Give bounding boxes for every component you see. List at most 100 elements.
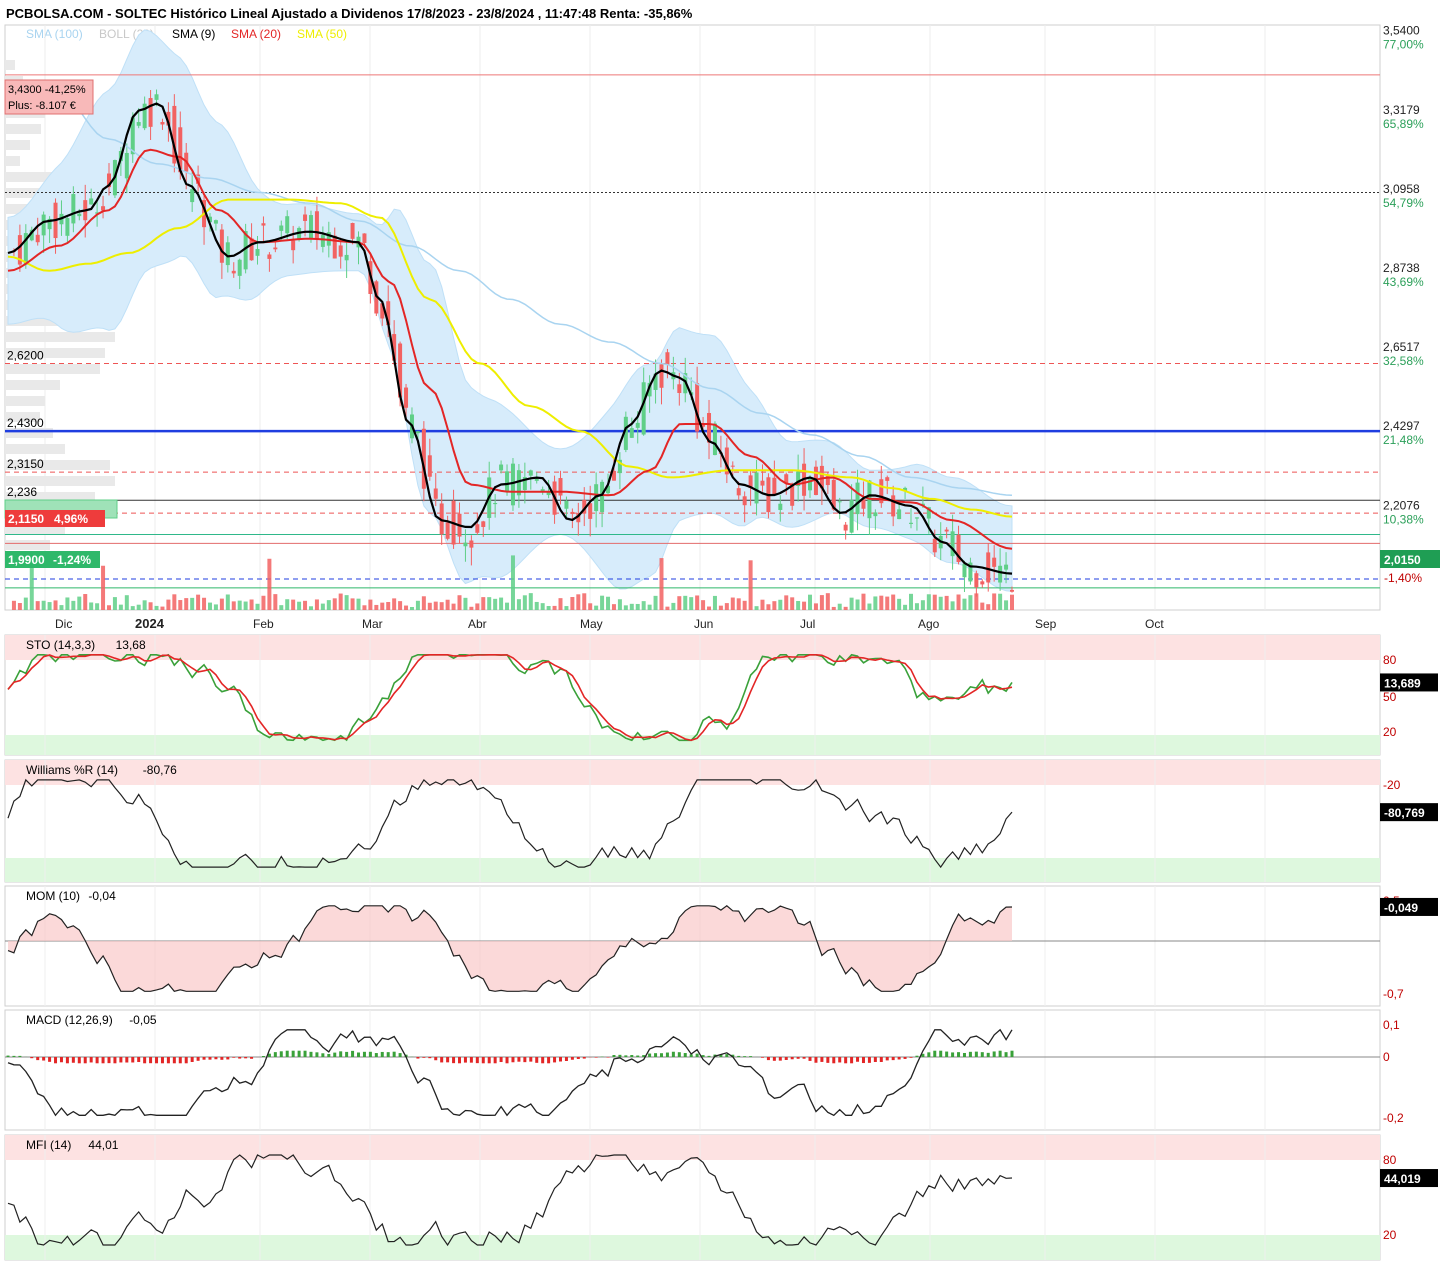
macd-histogram-bar — [511, 1057, 515, 1063]
macd-histogram-bar — [659, 1053, 663, 1057]
volume-bar — [778, 599, 783, 610]
volume-profile-bar — [5, 140, 30, 150]
volume-bar — [695, 595, 700, 610]
volume-bar — [11, 600, 16, 610]
volume-bar — [920, 600, 925, 610]
panel-frame — [4, 1009, 1381, 1131]
candle-body — [255, 249, 260, 256]
macd-histogram-bar — [469, 1057, 473, 1063]
volume-bar — [689, 597, 694, 610]
volume-bar — [724, 603, 729, 610]
volume-bar — [641, 601, 646, 610]
indicator-value: -0,05 — [129, 1013, 157, 1027]
volume-bar — [980, 602, 985, 610]
volume-bar — [528, 593, 533, 610]
volume-bar — [790, 597, 795, 610]
indicator-current-value: 13,689 — [1384, 676, 1421, 690]
macd-histogram-bar — [440, 1057, 444, 1063]
indicator-tick: -0,2 — [1383, 1111, 1404, 1125]
macd-histogram-bar — [766, 1057, 770, 1061]
candle-body — [742, 496, 747, 506]
indicator-name: MFI (14) — [26, 1138, 71, 1152]
macd-histogram-bar — [137, 1057, 141, 1063]
macd-histogram-bar — [178, 1057, 182, 1064]
candle-body — [231, 270, 236, 274]
macd-histogram-bar — [131, 1057, 135, 1063]
indicator-panel: Williams %R (14) -80,76 -20 -80,769 — [4, 759, 1438, 883]
macd-histogram-bar — [119, 1057, 123, 1063]
price-tick-label: 2,6517 — [1383, 340, 1420, 354]
macd-histogram-bar — [772, 1057, 776, 1061]
candle-body — [71, 194, 76, 224]
volume-bar — [237, 600, 242, 610]
macd-histogram-bar — [725, 1054, 729, 1057]
macd-histogram-bar — [238, 1057, 242, 1059]
volume-profile-bar — [5, 540, 50, 550]
candle-body — [279, 225, 284, 231]
volume-bar — [825, 593, 830, 610]
macd-histogram-bar — [77, 1057, 81, 1064]
volume-bar — [950, 601, 955, 610]
volume-bar — [130, 606, 135, 610]
macd-histogram-bar — [380, 1051, 384, 1057]
candle-body — [843, 524, 848, 531]
volume-bar — [867, 603, 872, 610]
macd-histogram-bar — [226, 1057, 230, 1060]
volume-bar — [956, 594, 961, 610]
volume-bar — [421, 596, 426, 610]
low-price-box: 1,9900 -1,24% — [5, 551, 100, 568]
macd-histogram-bar — [695, 1053, 699, 1057]
volume-bar — [570, 597, 575, 610]
time-axis-label: 2024 — [135, 616, 165, 631]
macd-histogram-bar — [65, 1057, 69, 1064]
volume-bar — [712, 595, 717, 610]
price-tick-pct: 10,38% — [1383, 512, 1424, 526]
candle-body — [481, 521, 486, 527]
macd-histogram-bar — [980, 1052, 984, 1057]
candle-body — [992, 557, 997, 567]
macd-histogram-bar — [214, 1057, 218, 1060]
indicator-tick: -0,7 — [1383, 987, 1404, 1001]
volume-bar — [968, 595, 973, 610]
volume-bar — [118, 604, 123, 610]
volume-bar — [707, 606, 712, 610]
macd-histogram-bar — [535, 1057, 539, 1063]
volume-bar — [380, 602, 385, 610]
candle-body — [463, 542, 468, 547]
macd-histogram-bar — [850, 1057, 854, 1064]
macd-histogram-bar — [903, 1057, 907, 1059]
candle-body — [528, 470, 533, 476]
macd-histogram-bar — [6, 1055, 10, 1057]
candle-body — [273, 247, 278, 250]
indicator-value: 44,01 — [88, 1138, 118, 1152]
volume-bar — [415, 600, 420, 610]
candle-body — [427, 455, 432, 477]
macd-histogram-bar — [107, 1057, 111, 1064]
candle-body — [534, 478, 539, 481]
volume-bar — [653, 595, 658, 610]
candle-body — [778, 503, 783, 510]
volume-bar — [855, 599, 860, 610]
candle-body — [362, 233, 367, 243]
volume-bar — [938, 596, 943, 610]
volume-bar — [582, 593, 587, 610]
volume-bar — [83, 594, 88, 610]
candle-body — [772, 477, 777, 495]
candle-body — [493, 503, 498, 505]
volume-bar — [273, 594, 278, 610]
macd-histogram-bar — [760, 1057, 764, 1058]
macd-histogram-bar — [927, 1052, 931, 1057]
time-axis-label: Dic — [55, 617, 72, 631]
volume-bar — [166, 599, 171, 610]
macd-histogram-bar — [814, 1057, 818, 1063]
candle-body — [944, 529, 949, 532]
candle-body — [962, 563, 967, 578]
volume-bar — [760, 599, 765, 610]
macd-histogram-bar — [891, 1057, 895, 1061]
volume-bar — [683, 595, 688, 610]
volume-bar — [998, 593, 1003, 610]
volume-bar — [564, 606, 569, 610]
volume-bar — [831, 606, 836, 610]
candle-body — [1010, 589, 1014, 592]
volume-bar — [849, 597, 854, 610]
